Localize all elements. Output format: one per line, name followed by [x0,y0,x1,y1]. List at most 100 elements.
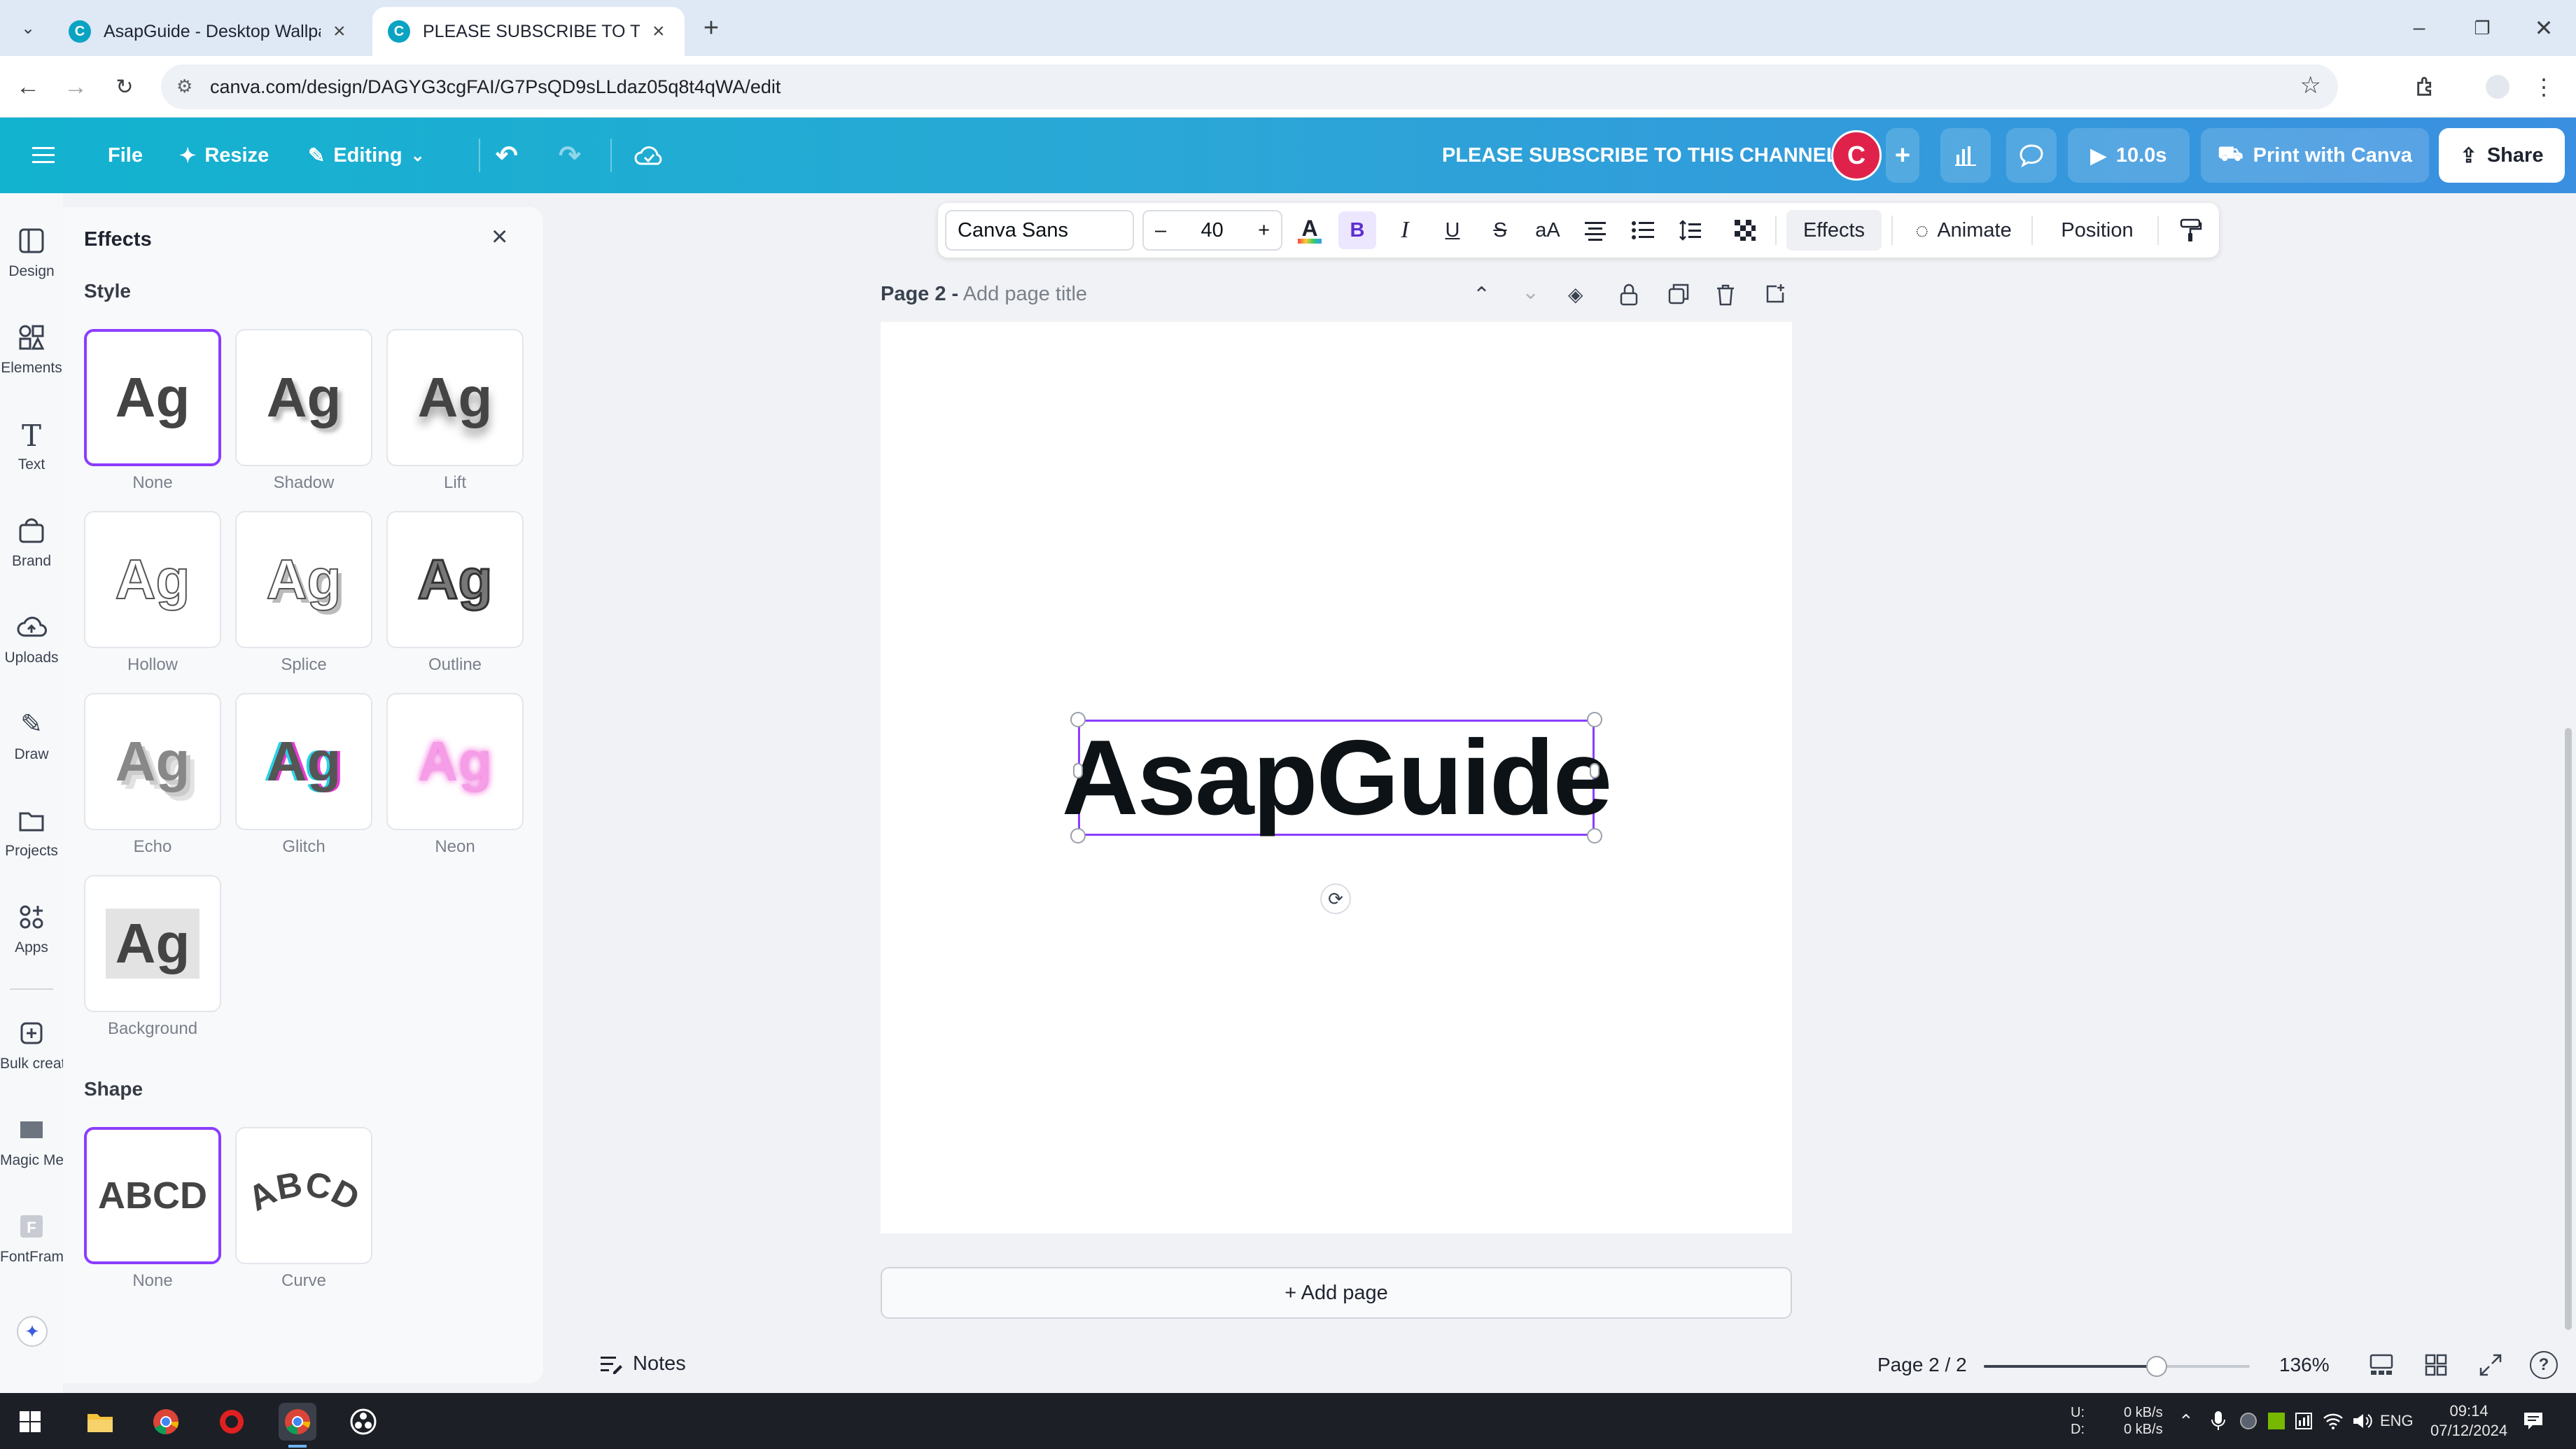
decrease-size-button[interactable]: – [1155,219,1166,242]
resize-handle[interactable] [1070,712,1086,727]
move-page-down-icon[interactable]: ⌄ [1522,280,1539,304]
copy-style-icon[interactable] [2171,203,2209,258]
windows-start-icon[interactable] [11,1403,49,1441]
add-page-button[interactable]: + Add page [881,1267,1792,1319]
rail-item-draw[interactable]: ✎ Draw [0,708,63,763]
fullscreen-icon[interactable] [2478,1352,2503,1378]
style-none-card[interactable]: Ag [84,329,221,466]
stats-icon[interactable] [2295,1393,2313,1449]
back-icon[interactable]: ← [13,71,43,102]
letter-case-button[interactable]: aA [1529,203,1567,258]
zoom-slider[interactable] [1984,1356,2250,1377]
browser-tab-1[interactable]: C AsapGuide - Desktop Wallpape × [53,7,365,56]
redo-icon[interactable]: ↷ [559,118,581,193]
rail-item-elements[interactable]: Elements [0,322,63,377]
font-size-stepper[interactable]: – 40 + [1142,210,1282,251]
tray-app-icon[interactable] [2240,1393,2257,1449]
notifications-icon[interactable] [2523,1393,2544,1449]
strikethrough-button[interactable]: S [1481,203,1519,258]
close-tab-icon[interactable]: × [333,20,346,43]
style-outline-card[interactable]: Ag [386,511,524,648]
notes-button[interactable]: Notes [599,1352,686,1376]
style-splice-card[interactable]: Ag [235,511,372,648]
lock-icon[interactable] [1618,283,1639,307]
align-center-icon[interactable] [1576,203,1614,258]
side-handle[interactable] [1073,763,1083,778]
tab-search-icon[interactable]: ⌄ [13,13,43,43]
font-family-select[interactable]: Canva Sans [945,210,1134,251]
transparency-icon[interactable] [1726,203,1764,258]
file-menu[interactable]: File [108,118,143,193]
rail-item-brand[interactable]: Brand [0,515,63,570]
resize-handle[interactable] [1070,828,1086,844]
pages-view-icon[interactable] [2369,1352,2394,1378]
recorder-app-icon[interactable] [213,1403,251,1441]
present-button[interactable]: ▶ 10.0s [2068,128,2190,183]
share-button[interactable]: ⇪ Share [2439,128,2565,183]
side-handle[interactable] [1590,763,1600,778]
insights-icon[interactable] [1940,128,1991,183]
comments-icon[interactable] [2006,128,2057,183]
style-hollow-card[interactable]: Ag [84,511,221,648]
zoom-level[interactable]: 136% [2279,1354,2330,1376]
cloud-saved-icon[interactable] [634,118,664,193]
site-info-icon[interactable]: ⚙ [176,76,192,97]
delete-page-icon[interactable] [1715,283,1736,307]
rail-item-fontframe[interactable]: F FontFrame [0,1211,72,1266]
undo-icon[interactable]: ↶ [496,118,518,193]
nvidia-icon[interactable] [2268,1393,2285,1449]
rail-item-apps[interactable]: Apps [0,902,63,956]
increase-size-button[interactable]: + [1258,219,1270,242]
url-field[interactable]: ⚙ canva.com/design/DAGYG3cgFAI/G7PsQD9sL… [161,64,2338,109]
design-title[interactable]: PLEASE SUBSCRIBE TO THIS CHANNEL [1442,118,1839,193]
selected-text-element[interactable]: AsapGuide [1062,718,1612,837]
vertical-scrollbar[interactable] [2565,728,2572,1330]
page-indicator[interactable]: Page 2 / 2 [1877,1354,1967,1376]
file-explorer-icon[interactable] [81,1403,119,1441]
close-icon[interactable]: × [491,221,507,253]
rail-item-magic-media[interactable]: Magic Media [0,1114,83,1169]
close-window-icon[interactable]: ✕ [2528,13,2559,43]
style-background-card[interactable]: Ag [84,875,221,1012]
volume-icon[interactable] [2352,1393,2373,1449]
magic-assistant-icon[interactable]: ✦ [17,1316,48,1347]
underline-button[interactable]: U [1434,203,1471,258]
resize-handle[interactable] [1587,828,1602,844]
resize-button[interactable]: ✦ Resize [179,118,269,193]
restore-icon[interactable]: ❐ [2467,13,2498,43]
resize-handle[interactable] [1587,712,1602,727]
wifi-icon[interactable] [2323,1393,2344,1449]
canvas-text[interactable]: AsapGuide [1062,717,1612,839]
position-button[interactable]: Position [2047,203,2148,258]
bullet-list-icon[interactable] [1624,203,1662,258]
style-lift-card[interactable]: Ag [386,329,524,466]
grid-view-icon[interactable] [2423,1352,2449,1378]
duplicate-page-icon[interactable] [1667,283,1690,305]
avatar[interactable]: C [1831,130,1882,181]
close-tab-icon[interactable]: × [652,20,665,43]
rotate-handle-icon[interactable]: ⟳ [1320,883,1351,914]
zoom-slider-knob[interactable] [2146,1356,2167,1377]
forward-icon[interactable]: → [60,71,91,102]
rail-item-projects[interactable]: Projects [0,805,63,860]
chrome-active-icon[interactable] [279,1403,316,1441]
chrome-icon[interactable] [147,1403,185,1441]
add-collaborator-icon[interactable]: + [1886,128,1919,183]
add-page-icon[interactable] [1764,283,1786,305]
extensions-icon[interactable] [2411,71,2442,102]
move-page-up-icon[interactable]: ⌃ [1473,283,1490,307]
shape-none-card[interactable]: ABCD [84,1127,221,1264]
style-shadow-card[interactable]: Ag [235,329,372,466]
text-color-button[interactable]: A [1291,203,1329,258]
animate-button[interactable]: ◌ Animate [1905,203,2022,258]
profile-icon[interactable] [2482,71,2513,102]
line-spacing-icon[interactable] [1672,203,1709,258]
help-icon[interactable]: ? [2530,1351,2558,1379]
bold-button[interactable]: B [1338,211,1376,249]
editing-dropdown[interactable]: ✎ Editing ⌄ [308,118,425,193]
obs-icon[interactable] [344,1403,382,1441]
more-menu-icon[interactable]: ⋮ [2528,71,2559,102]
language-indicator[interactable]: ENG [2380,1393,2414,1449]
rail-item-uploads[interactable]: Uploads [0,612,63,666]
shape-curve-card[interactable]: ABCD [235,1127,372,1264]
